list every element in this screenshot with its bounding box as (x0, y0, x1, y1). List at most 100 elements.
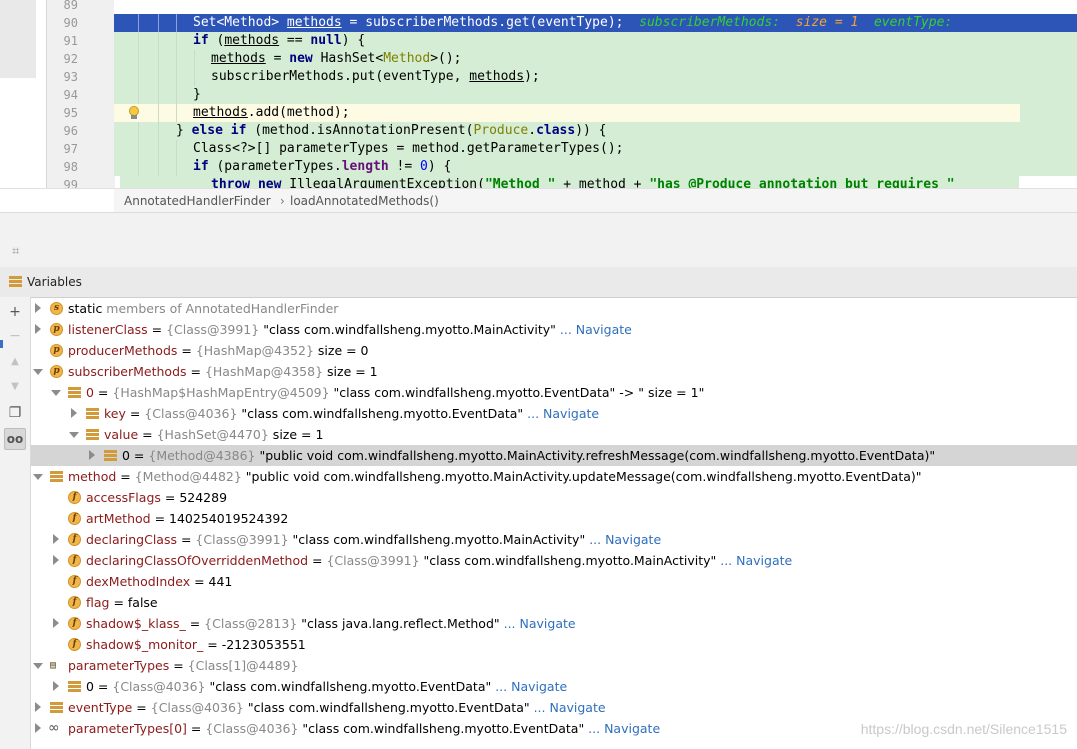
line-number: 94 (63, 88, 78, 102)
expand-arrow-icon[interactable] (35, 324, 41, 334)
navigate-link[interactable]: ... Navigate (491, 679, 567, 694)
breadcrumb-method[interactable]: loadAnnotatedMethods() (290, 194, 439, 208)
left-edge-marker (0, 340, 3, 348)
row-label: listenerClass = {Class@3991} "class com.… (68, 322, 632, 337)
expand-arrow-icon[interactable] (35, 303, 41, 313)
tree-row-value[interactable]: value = {HashSet@4470} size = 1 (31, 424, 1077, 445)
field-badge-icon: p (50, 344, 63, 357)
object-icon (68, 387, 81, 400)
tree-row-subscriberMethods[interactable]: p subscriberMethods = {HashMap@4358} siz… (31, 361, 1077, 382)
expand-arrow-icon[interactable] (53, 534, 59, 544)
tree-row-declaringClassOfOverriddenMethod[interactable]: f declaringClassOfOverriddenMethod = {Cl… (31, 550, 1077, 571)
tree-row-artMethod[interactable]: f artMethod = 140254019524392 (31, 508, 1077, 529)
line-number: 93 (63, 70, 78, 84)
code-line-94[interactable]: 94 } (0, 86, 1077, 104)
tree-row-shadow-monitor[interactable]: f shadow$_monitor_ = -2123053551 (31, 634, 1077, 655)
code-line-93[interactable]: 93 subscriberMethods.put(eventType, meth… (0, 68, 1077, 86)
tree-row-accessFlags[interactable]: f accessFlags = 524289 (31, 487, 1077, 508)
object-icon (86, 429, 99, 442)
tree-row-flag[interactable]: f flag = false (31, 592, 1077, 613)
tree-row-declaringClass[interactable]: f declaringClass = {Class@3991} "class c… (31, 529, 1077, 550)
code-editor[interactable]: 89 90 Set<Method> methods = subscriberMe… (0, 0, 1077, 188)
code-line-92[interactable]: 92 methods = new HashSet<Method>(); (0, 50, 1077, 68)
object-icon (50, 471, 63, 484)
tree-row-method-entry-selected[interactable]: 0 = {Method@4386} "public void com.windf… (31, 445, 1077, 466)
navigate-link[interactable]: ... Navigate (500, 616, 576, 631)
code-line-96[interactable]: 96 } else if (method.isAnnotationPresent… (0, 122, 1077, 140)
tree-row-entry-0[interactable]: 0 = {HashMap$HashMapEntry@4509} "class c… (31, 382, 1077, 403)
row-label: declaringClassOfOverriddenMethod = {Clas… (86, 553, 793, 568)
lightbulb-icon[interactable] (129, 106, 139, 119)
code-line-97[interactable]: 97 Class<?>[] parameterTypes = method.ge… (0, 140, 1077, 158)
line-number: 96 (63, 124, 78, 138)
collapse-arrow-icon[interactable] (33, 474, 43, 480)
expand-arrow-icon[interactable] (89, 450, 95, 460)
line-number: 90 (63, 16, 78, 30)
static-badge-icon: s (50, 302, 63, 315)
code-text: methods.add(method); (193, 105, 350, 120)
restore-layout-icon[interactable]: ⌗ (12, 244, 19, 259)
field-badge-icon: f (68, 638, 81, 651)
code-text: Class<?>[] parameterTypes = method.getPa… (193, 141, 624, 156)
add-watch-button[interactable]: + (4, 301, 26, 323)
navigate-link[interactable]: ... Navigate (585, 532, 661, 547)
breadcrumb-separator: › (280, 194, 285, 208)
code-text: } (193, 87, 201, 102)
tree-row-eventType[interactable]: eventType = {Class@4036} "class com.wind… (31, 697, 1077, 718)
copy-button[interactable]: ❐ (4, 402, 26, 424)
navigate-link[interactable]: ... Navigate (530, 700, 606, 715)
row-label: value = {HashSet@4470} size = 1 (104, 427, 324, 442)
row-label: 0 = {HashMap$HashMapEntry@4509} "class c… (86, 385, 705, 400)
code-line-91[interactable]: 91 if (methods == null) { (0, 32, 1077, 50)
row-label: eventType = {Class@4036} "class com.wind… (68, 700, 606, 715)
code-line-95[interactable]: 95 methods.add(method); (0, 104, 1077, 122)
tree-row-parameterTypes-0[interactable]: 0 = {Class@4036} "class com.windfallshen… (31, 676, 1077, 697)
array-icon: ▤ (50, 660, 57, 671)
tree-row-method[interactable]: method = {Method@4482} "public void com.… (31, 466, 1077, 487)
line-number: 99 (63, 178, 78, 188)
tree-row-parameterTypes[interactable]: ▤ parameterTypes = {Class[1]@4489} (31, 655, 1077, 676)
row-label: producerMethods = {HashMap@4352} size = … (68, 343, 369, 358)
expand-arrow-icon[interactable] (71, 408, 77, 418)
move-up-button[interactable]: ▲ (4, 351, 26, 373)
code-line-98[interactable]: 98 if (parameterTypes.length != 0) { (0, 158, 1077, 176)
code-text: subscriberMethods.put(eventType, methods… (211, 69, 540, 84)
code-line-89[interactable]: 89 (0, 0, 1077, 14)
expand-arrow-icon[interactable] (53, 681, 59, 691)
collapse-arrow-icon[interactable] (33, 369, 43, 375)
row-label: 0 = {Class@4036} "class com.windfallshen… (86, 679, 568, 694)
tree-row-shadow-klass[interactable]: f shadow$_klass_ = {Class@2813} "class j… (31, 613, 1077, 634)
code-line-90-current[interactable]: 90 Set<Method> methods = subscriberMetho… (0, 14, 1077, 32)
collapse-arrow-icon[interactable] (69, 432, 79, 438)
breadcrumb-class[interactable]: AnnotatedHandlerFinder (124, 194, 271, 208)
tree-row-static[interactable]: s static members of AnnotatedHandlerFind… (31, 298, 1077, 319)
navigate-link[interactable]: ... Navigate (556, 322, 632, 337)
expand-arrow-icon[interactable] (53, 618, 59, 628)
move-down-button[interactable]: ▼ (4, 376, 26, 398)
expand-arrow-icon[interactable] (35, 702, 41, 712)
tree-row-dexMethodIndex[interactable]: f dexMethodIndex = 441 (31, 571, 1077, 592)
remove-watch-button[interactable]: − (4, 325, 26, 347)
show-watches-toggle[interactable]: oo (4, 428, 26, 450)
row-label: declaringClass = {Class@3991} "class com… (86, 532, 662, 547)
code-text: if (parameterTypes.length != 0) { (193, 159, 452, 174)
object-icon (50, 702, 63, 715)
collapse-arrow-icon[interactable] (51, 390, 61, 396)
tree-row-listenerClass[interactable]: p listenerClass = {Class@3991} "class co… (31, 319, 1077, 340)
expand-arrow-icon[interactable] (35, 723, 41, 733)
navigate-link[interactable]: ... Navigate (716, 553, 792, 568)
field-badge-icon: f (68, 617, 81, 630)
navigate-link[interactable]: ... Navigate (523, 406, 599, 421)
code-line-99[interactable]: 99 throw new IllegalArgumentException("M… (0, 176, 1077, 188)
row-label: static members of AnnotatedHandlerFinder (68, 301, 339, 316)
navigate-link[interactable]: ... Navigate (584, 721, 660, 736)
tree-row-producerMethods[interactable]: p producerMethods = {HashMap@4352} size … (31, 340, 1077, 361)
variables-tree[interactable]: s static members of AnnotatedHandlerFind… (31, 297, 1077, 749)
row-label: parameterTypes[0] = {Class@4036} "class … (68, 721, 661, 736)
tree-row-key[interactable]: key = {Class@4036} "class com.windfallsh… (31, 403, 1077, 424)
code-text: if (methods == null) { (193, 33, 366, 48)
expand-arrow-icon[interactable] (53, 555, 59, 565)
row-label: artMethod = 140254019524392 (86, 511, 289, 526)
row-label: accessFlags = 524289 (86, 490, 228, 505)
collapse-arrow-icon[interactable] (33, 663, 43, 669)
